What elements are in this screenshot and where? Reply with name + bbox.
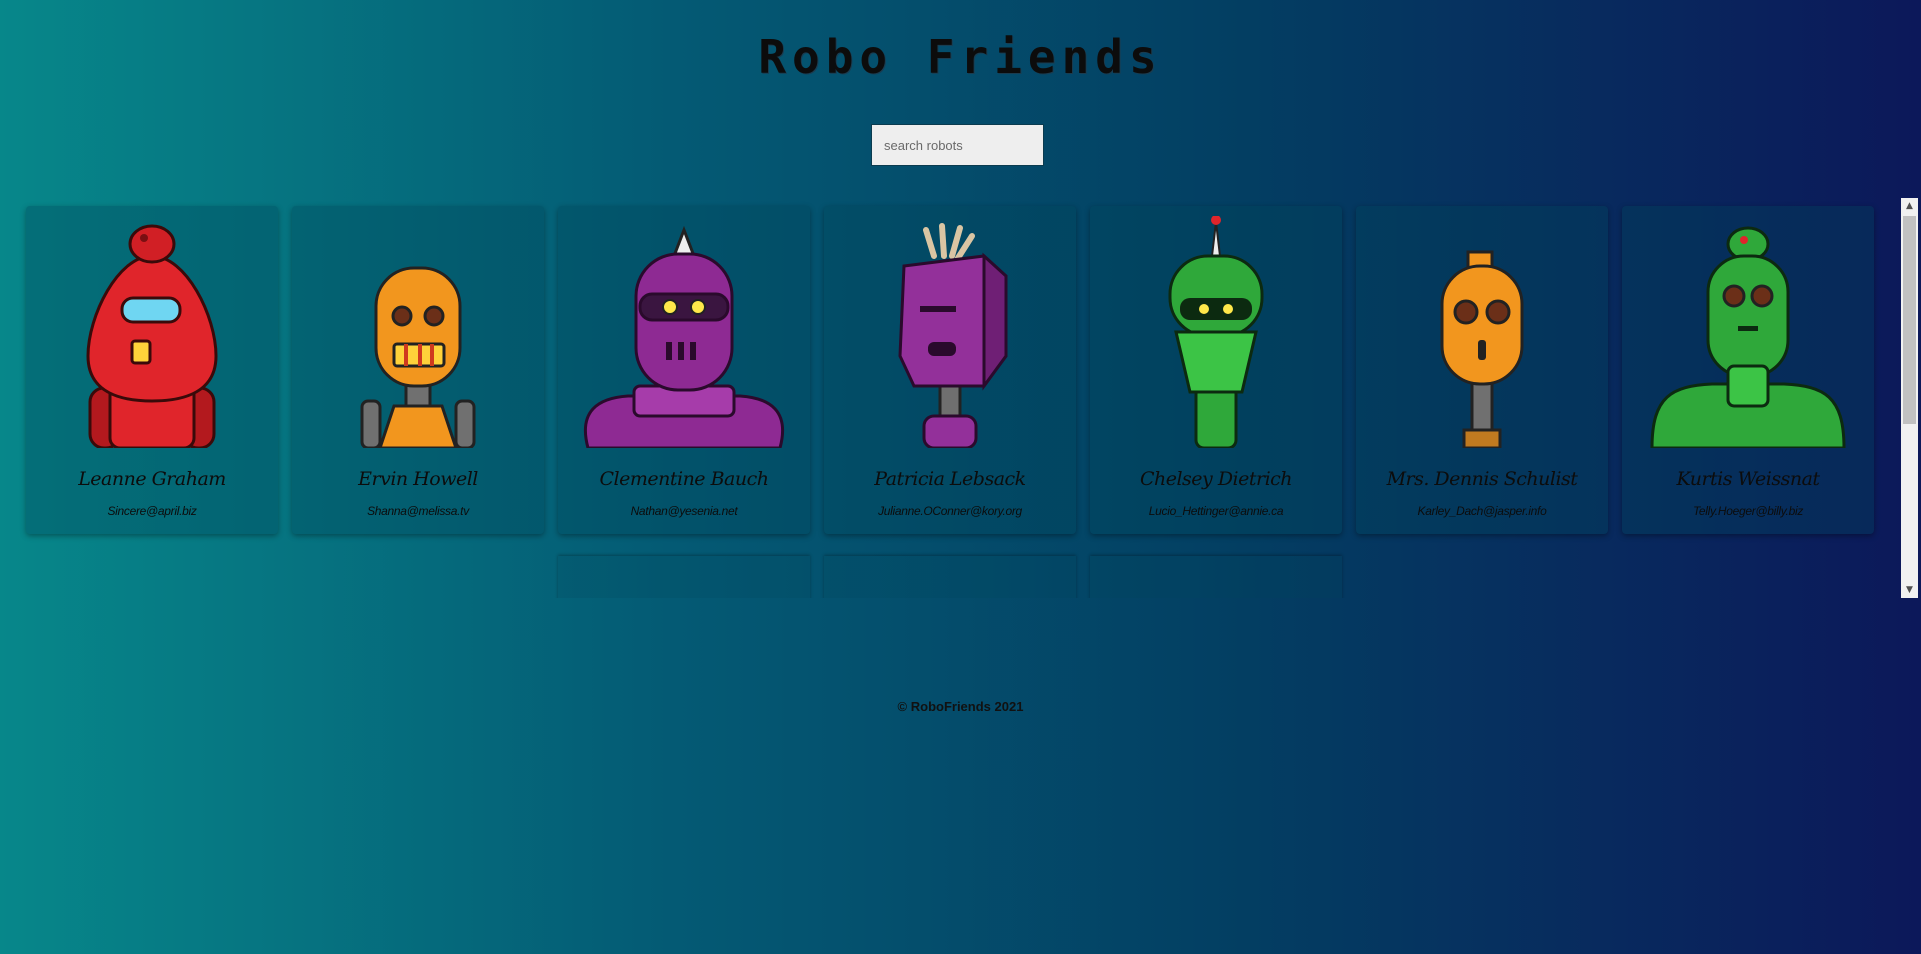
robot-name: Kurtis Weissnat — [1676, 468, 1820, 490]
robot-card: Patricia Lebsack Julianne.OConner@kory.o… — [824, 206, 1076, 534]
robot-card-partial — [558, 556, 810, 598]
robot-email: Shanna@melissa.tv — [367, 504, 469, 518]
robot-card: Mrs. Dennis Schulist Karley_Dach@jasper.… — [1356, 206, 1608, 534]
scrollbar[interactable]: ▲ ▼ — [1901, 198, 1918, 598]
robot-email: Karley_Dach@jasper.info — [1417, 504, 1547, 518]
scroll-down-arrow-icon[interactable]: ▼ — [1901, 582, 1918, 598]
robot-email: Sincere@april.biz — [107, 504, 197, 518]
robot-card: Clementine Bauch Nathan@yesenia.net — [558, 206, 810, 534]
robot-card-partial — [824, 556, 1076, 598]
search-input[interactable] — [871, 124, 1044, 166]
robot-avatar-green-antenna — [1168, 216, 1264, 448]
footer-copyright: © RoboFriends 2021 — [897, 699, 1024, 714]
robot-avatar-purple — [583, 225, 785, 448]
robot-card: Ervin Howell Shanna@melissa.tv — [292, 206, 544, 534]
robot-card: Kurtis Weissnat Telly.Hoeger@billy.biz — [1622, 206, 1874, 534]
robot-email: Telly.Hoeger@billy.biz — [1692, 504, 1804, 518]
robot-card: Chelsey Dietrich Lucio_Hettinger@annie.c… — [1090, 206, 1342, 534]
robot-name: Ervin Howell — [358, 468, 478, 490]
robot-email: Lucio_Hettinger@annie.ca — [1148, 504, 1284, 518]
robot-name: Chelsey Dietrich — [1139, 468, 1293, 490]
scroll-up-arrow-icon[interactable]: ▲ — [1901, 198, 1918, 214]
robot-avatar-red — [86, 224, 218, 448]
robot-name: Clementine Bauch — [599, 468, 770, 490]
robot-avatar-orange — [360, 266, 476, 448]
robot-card: Leanne Graham Sincere@april.biz — [26, 206, 278, 534]
robot-avatar-purple-helmet — [898, 223, 1008, 448]
page-title: Robo Friends — [758, 30, 1163, 84]
card-list[interactable]: Leanne Graham Sincere@april.biz Ervin Ho… — [0, 198, 1921, 598]
robot-email: Nathan@yesenia.net — [630, 504, 738, 518]
robot-name: Leanne Graham — [78, 468, 226, 490]
robot-avatar-green — [1650, 226, 1846, 448]
robot-name: Mrs. Dennis Schulist — [1386, 468, 1578, 490]
robot-email: Julianne.OConner@kory.org — [878, 504, 1022, 518]
scrollbar-thumb[interactable] — [1903, 216, 1916, 424]
robot-card-partial — [1090, 556, 1342, 598]
robot-avatar-orange-2 — [1440, 250, 1524, 448]
robot-name: Patricia Lebsack — [874, 468, 1026, 490]
